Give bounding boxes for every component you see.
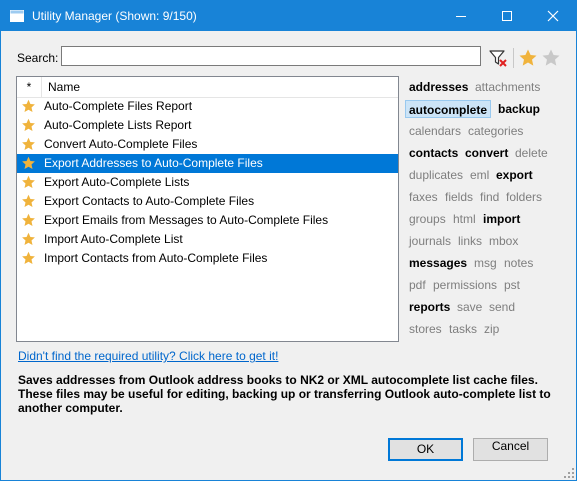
list-header: * Name [17, 77, 398, 98]
star-icon[interactable] [21, 232, 36, 247]
tag-folders[interactable]: folders [506, 188, 542, 206]
get-utility-link[interactable]: Didn't find the required utility? Click … [18, 349, 278, 363]
show-non-favorites-button[interactable] [541, 48, 561, 68]
star-icon [519, 49, 537, 66]
star-icon[interactable] [21, 99, 36, 114]
tag-reports[interactable]: reports [409, 298, 450, 316]
star-icon[interactable] [21, 137, 36, 152]
search-input[interactable] [61, 46, 481, 66]
list-item-label: Auto-Complete Lists Report [44, 118, 192, 132]
tag-calendars[interactable]: calendars [409, 122, 461, 140]
list-item[interactable]: Convert Auto-Complete Files [17, 135, 398, 154]
tag-attachments[interactable]: attachments [475, 78, 540, 96]
list-item-label: Export Addresses to Auto-Complete Files [44, 156, 263, 170]
tag-groups[interactable]: groups [409, 210, 446, 228]
tag-mbox[interactable]: mbox [489, 232, 518, 250]
tag-find[interactable]: find [480, 188, 499, 206]
tag-eml[interactable]: eml [470, 166, 489, 184]
tag-send[interactable]: send [489, 298, 515, 316]
list-item-label: Convert Auto-Complete Files [44, 137, 198, 151]
tag-permissions[interactable]: permissions [433, 276, 497, 294]
list-item[interactable]: Import Auto-Complete List [17, 230, 398, 249]
column-header-star[interactable]: * [17, 77, 42, 97]
close-button[interactable] [530, 1, 576, 31]
list-item[interactable]: Export Addresses to Auto-Complete Files [17, 154, 398, 173]
tag-delete[interactable]: delete [515, 144, 548, 162]
list-item-label: Export Emails from Messages to Auto-Comp… [44, 213, 329, 227]
tag-pst[interactable]: pst [504, 276, 520, 294]
list-item[interactable]: Auto-Complete Lists Report [17, 116, 398, 135]
tag-journals[interactable]: journals [409, 232, 451, 250]
list-item-label: Export Auto-Complete Lists [44, 175, 190, 189]
star-icon[interactable] [21, 194, 36, 209]
ok-button[interactable]: OK [388, 438, 463, 461]
utility-list[interactable]: * Name Auto-Complete Files Report Auto-Co… [16, 76, 399, 342]
clear-filter-button[interactable] [487, 47, 509, 69]
maximize-icon [502, 11, 512, 21]
list-item-label: Import Auto-Complete List [44, 232, 183, 246]
star-icon[interactable] [21, 251, 36, 266]
list-item[interactable]: Export Auto-Complete Lists [17, 173, 398, 192]
list-item-label: Auto-Complete Files Report [44, 99, 193, 113]
list-item-label: Import Contacts from Auto-Complete Files [44, 251, 268, 265]
cancel-button[interactable]: Cancel [473, 438, 548, 461]
star-icon[interactable] [21, 118, 36, 133]
tag-contacts[interactable]: contacts [409, 144, 458, 162]
show-favorites-button[interactable] [518, 48, 538, 68]
list-item-label: Export Contacts to Auto-Complete Files [44, 194, 255, 208]
tag-categories[interactable]: categories [468, 122, 523, 140]
utility-description: Saves addresses from Outlook address boo… [18, 373, 551, 415]
list-item[interactable]: Import Contacts from Auto-Complete Files [17, 249, 398, 268]
resize-grip-icon[interactable] [564, 468, 574, 478]
star-outline-icon [542, 49, 560, 66]
tag-zip[interactable]: zip [484, 320, 499, 338]
tag-autocomplete[interactable]: autocomplete [405, 100, 492, 118]
tag-faxes[interactable]: faxes [409, 188, 438, 206]
tag-notes[interactable]: notes [504, 254, 533, 272]
minimize-button[interactable] [438, 1, 484, 31]
tag-fields[interactable]: fields [445, 188, 473, 206]
search-label: Search: [17, 51, 59, 65]
tag-import[interactable]: import [483, 210, 520, 228]
star-icon[interactable] [21, 156, 36, 171]
list-item[interactable]: Export Contacts to Auto-Complete Files [17, 192, 398, 211]
tag-addresses[interactable]: addresses [409, 78, 468, 96]
tag-html[interactable]: html [453, 210, 476, 228]
close-icon [547, 10, 559, 22]
tag-backup[interactable]: backup [498, 100, 540, 118]
tag-pdf[interactable]: pdf [409, 276, 426, 294]
minimize-icon [456, 16, 466, 17]
window-title: Utility Manager (Shown: 9/150) [32, 9, 197, 23]
tag-stores[interactable]: stores [409, 320, 442, 338]
tag-duplicates[interactable]: duplicates [409, 166, 463, 184]
clear-filter-icon [489, 50, 507, 67]
column-header-name[interactable]: Name [48, 77, 80, 97]
tag-msg[interactable]: msg [474, 254, 497, 272]
utility-manager-window: Utility Manager (Shown: 9/150) Search: *… [0, 0, 577, 481]
tag-save[interactable]: save [457, 298, 482, 316]
star-icon[interactable] [21, 213, 36, 228]
star-icon[interactable] [21, 175, 36, 190]
tag-convert[interactable]: convert [465, 144, 508, 162]
tag-export[interactable]: export [496, 166, 533, 184]
tag-messages[interactable]: messages [409, 254, 467, 272]
list-item[interactable]: Export Emails from Messages to Auto-Comp… [17, 211, 398, 230]
title-bar[interactable]: Utility Manager (Shown: 9/150) [1, 1, 576, 31]
tag-tasks[interactable]: tasks [449, 320, 477, 338]
app-window-icon [10, 10, 24, 22]
maximize-button[interactable] [484, 1, 530, 31]
list-item[interactable]: Auto-Complete Files Report [17, 97, 398, 116]
toolbar-separator [513, 48, 514, 68]
tag-links[interactable]: links [458, 232, 482, 250]
